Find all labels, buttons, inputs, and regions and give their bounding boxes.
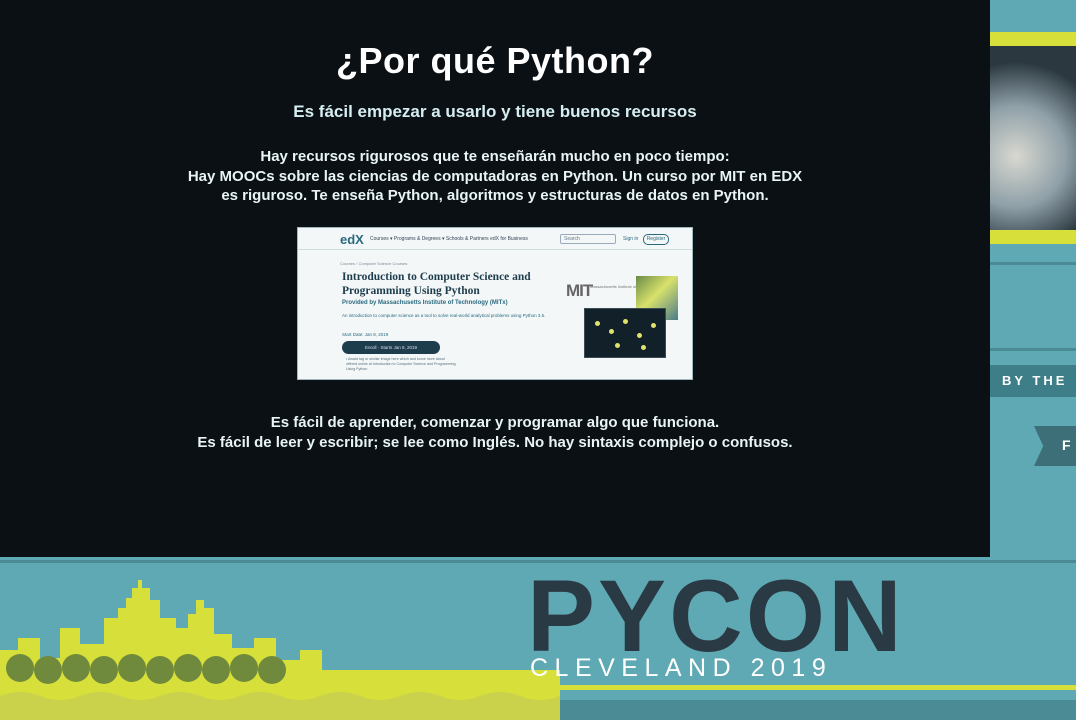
divider [990,348,1076,351]
course-video-thumbnail [584,308,666,358]
edx-navbar: edX Courses ▾ Programs & Degrees ▾ Schoo… [298,228,692,250]
speaker-photo [990,46,1076,230]
edx-search-input: Search [560,234,616,244]
presentation-slide: ¿Por qué Python? Es fácil empezar a usar… [0,0,990,557]
thumbnail-dot [595,321,600,326]
pycon-logo-text: PYCON [527,559,905,673]
thumbnail-dot [609,329,614,334]
tree [62,654,90,682]
edx-signin-link: Sign in [623,236,639,242]
tree [230,654,258,682]
slide-paragraph-resources: Hay recursos rigurosos que te enseñarán … [0,147,990,206]
slide-paragraph-ease: Es fácil de aprender, comenzar y program… [0,413,990,453]
speaker-sidebar: BY THE F [990,0,1076,557]
edx-register-button: Register [643,234,669,245]
tree [258,656,286,684]
tree [118,654,146,682]
edx-enroll-button: Enroll · Starts Jan 8, 2019 [342,341,440,354]
tree [6,654,34,682]
slide-title: ¿Por qué Python? [336,40,654,81]
edx-menu: Courses ▾ Programs & Degrees ▾ Schools &… [370,236,528,242]
edx-course-screenshot: edX Courses ▾ Programs & Degrees ▾ Schoo… [297,227,693,380]
edx-description: An introduction to computer science as a… [342,313,546,318]
divider [990,262,1076,265]
by-the-banner: BY THE [990,365,1076,397]
tree [202,656,230,684]
slide-subtitle: Es fácil empezar a usarlo y tiene buenos… [293,102,697,121]
thumbnail-dot [641,345,646,350]
tree [90,656,118,684]
text-line: Es fácil de leer y escribir; se lee como… [197,434,793,451]
edx-logo: edX [340,232,364,247]
text-line: Es fácil de aprender, comenzar y program… [270,414,720,431]
mit-logo: MIT [566,281,593,300]
text-line: es riguroso. Te enseña Python, algoritmo… [221,187,769,204]
tree [34,656,62,684]
thumbnail-dot [623,319,628,324]
edx-bullets: • Award tag or similar image here which … [346,357,456,371]
tree [146,656,174,684]
text-line: Hay MOOCs sobre las ciencias de computad… [187,167,803,185]
pycon-location-text: CLEVELAND 2019 [530,654,833,682]
edx-course-title: Introduction to Computer Science and Pro… [342,271,531,297]
flag-text: F [1062,437,1071,453]
text-line: Hay recursos rigurosos que te enseñarán … [260,148,730,165]
edx-provider: Provided by Massachusetts Institute of T… [342,300,508,306]
cleveland-skyline-illustration [0,580,560,720]
thumbnail-dot [637,333,642,338]
by-the-text: BY THE [1002,373,1068,388]
thumbnail-dot [651,323,656,328]
edx-breadcrumb: Courses › Computer Science Courses [340,261,408,266]
thumbnail-dot [615,343,620,348]
edx-start-date: Start Date: Jan 8, 2019 [342,332,389,337]
tree [174,654,202,682]
